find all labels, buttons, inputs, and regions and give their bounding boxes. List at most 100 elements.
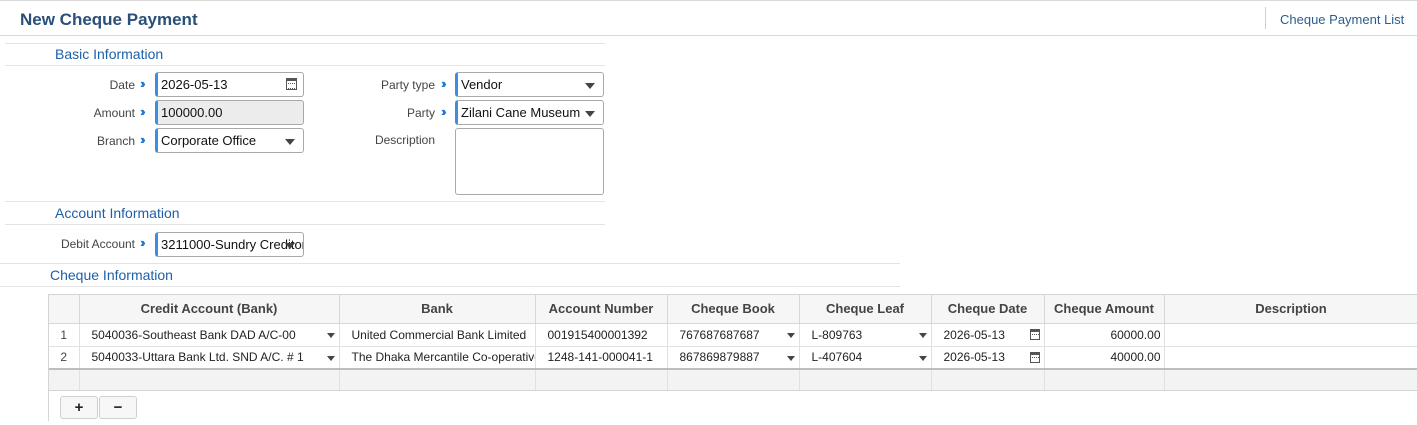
chevron-down-icon (585, 111, 595, 117)
basic-information-title: Basic Information (55, 46, 164, 62)
account-number-cell[interactable]: 1248-141-000041-1 (535, 346, 668, 370)
branch-value: Corporate Office (161, 133, 257, 148)
required-icon: ›› (441, 104, 446, 119)
cheque-amount-cell[interactable]: 40000.00 (1044, 346, 1165, 370)
account-number-cell[interactable]: 001915400001392 (535, 323, 668, 347)
cheque-book-cell[interactable]: 867869879887 (667, 346, 800, 370)
chevron-down-icon (285, 243, 295, 249)
cell-value: 2026-05-13 (943, 350, 1005, 365)
cheque-table: Credit Account (Bank) Bank Account Numbe… (49, 295, 1417, 392)
amount-label: Amount (93, 106, 135, 120)
bank-cell[interactable]: The Dhaka Mercantile Co-operative (339, 346, 536, 370)
summary-cell (799, 368, 932, 392)
column-header[interactable]: Cheque Date (931, 295, 1045, 324)
calendar-icon[interactable] (286, 78, 297, 90)
chevron-down-icon (285, 139, 295, 145)
top-bar: New Cheque Payment Cheque Payment List (0, 0, 1417, 36)
cheque-information-title: Cheque Information (50, 267, 173, 283)
party-select[interactable]: Zilani Cane Museum (455, 100, 604, 125)
table-row[interactable]: 1 5040036-Southeast Bank DAD A/C-00 Unit… (49, 323, 1417, 347)
top-divider (1265, 7, 1266, 29)
column-header[interactable]: Cheque Book (667, 295, 800, 324)
section-divider (5, 224, 605, 225)
cell-value: 5040036-Southeast Bank DAD A/C-00 (91, 327, 296, 342)
summary-cell (339, 368, 536, 392)
bank-cell[interactable]: United Commercial Bank Limited (339, 323, 536, 347)
cheque-date-cell[interactable]: 2026-05-13 (931, 346, 1045, 370)
column-header[interactable]: Cheque Amount (1044, 295, 1165, 324)
cell-value: The Dhaka Mercantile Co-operative (351, 350, 535, 365)
cell-value: United Commercial Bank Limited (351, 327, 527, 342)
cell-value: 867869879887 (679, 350, 760, 365)
cheque-payment-list-link[interactable]: Cheque Payment List (1280, 12, 1404, 27)
cell-value: 60000.00 (1110, 327, 1161, 342)
chevron-down-icon (786, 332, 795, 338)
cell-value: 40000.00 (1110, 350, 1161, 365)
chevron-down-icon (918, 355, 927, 361)
chevron-down-icon (786, 355, 795, 361)
summary-cell (1164, 368, 1417, 392)
chevron-down-icon (585, 83, 595, 89)
date-value: 2026-05-13 (161, 77, 228, 92)
summary-cell (1044, 368, 1165, 392)
party-type-select[interactable]: Vendor (455, 72, 604, 97)
summary-cell (667, 368, 800, 392)
summary-cell (535, 368, 668, 392)
party-label: Party (406, 106, 435, 120)
section-divider (0, 286, 900, 287)
chevron-down-icon (918, 332, 927, 338)
remove-row-button[interactable]: − (99, 396, 137, 419)
debit-account-select[interactable]: 3211000-Sundry Creditors (155, 232, 304, 257)
page-title: New Cheque Payment (20, 10, 198, 29)
cheque-amount-cell[interactable]: 60000.00 (1044, 323, 1165, 347)
row-number-header (49, 295, 80, 324)
column-header[interactable]: Description (1164, 295, 1417, 324)
party-type-value: Vendor (461, 77, 503, 92)
add-row-button[interactable]: + (60, 396, 98, 419)
cell-value: L-809763 (811, 327, 863, 342)
calendar-icon[interactable] (1029, 328, 1040, 340)
cheque-date-cell[interactable]: 2026-05-13 (931, 323, 1045, 347)
cheque-leaf-cell[interactable]: L-809763 (799, 323, 932, 347)
table-row[interactable]: 2 5040033-Uttara Bank Ltd. SND A/C. # 1 … (49, 346, 1417, 370)
row-number: 2 (49, 346, 80, 370)
cell-value: 5040033-Uttara Bank Ltd. SND A/C. # 1 (91, 350, 304, 365)
description-label: Description (374, 133, 435, 147)
account-information-title: Account Information (55, 205, 180, 221)
amount-value: 100000.00 (161, 105, 223, 120)
cell-value: 2026-05-13 (943, 327, 1005, 342)
row-number: 1 (49, 323, 80, 347)
cell-value: 1248-141-000041-1 (547, 350, 653, 365)
summary-cell (79, 368, 340, 392)
required-icon: ›› (140, 76, 145, 91)
debit-account-value: 3211000-Sundry Creditors (161, 237, 304, 252)
branch-label: Branch (96, 134, 135, 148)
description-cell[interactable] (1164, 346, 1417, 370)
cell-value: L-407604 (811, 350, 863, 365)
column-header[interactable]: Cheque Leaf (799, 295, 932, 324)
required-icon: ›› (140, 235, 145, 250)
column-header[interactable]: Account Number (535, 295, 668, 324)
grid-toolbar: + − (49, 390, 1417, 422)
amount-field[interactable]: 100000.00 (155, 100, 304, 125)
cheque-grid: Credit Account (Bank) Bank Account Numbe… (48, 294, 1417, 422)
column-header[interactable]: Credit Account (Bank) (79, 295, 340, 324)
chevron-down-icon (326, 355, 335, 361)
credit-account-cell[interactable]: 5040036-Southeast Bank DAD A/C-00 (79, 323, 340, 347)
description-textarea[interactable] (455, 128, 604, 195)
description-cell[interactable] (1164, 323, 1417, 347)
calendar-icon[interactable] (1029, 351, 1040, 363)
cell-value: 001915400001392 (547, 327, 648, 342)
debit-account-label: Debit Account (60, 237, 135, 251)
column-header[interactable]: Bank (339, 295, 536, 324)
branch-select[interactable]: Corporate Office (155, 128, 304, 153)
credit-account-cell[interactable]: 5040033-Uttara Bank Ltd. SND A/C. # 1 (79, 346, 340, 370)
party-value: Zilani Cane Museum (461, 105, 581, 120)
cell-value: 767687687687 (679, 327, 760, 342)
required-icon: ›› (441, 76, 446, 91)
cheque-leaf-cell[interactable]: L-407604 (799, 346, 932, 370)
cheque-book-cell[interactable]: 767687687687 (667, 323, 800, 347)
table-header-row: Credit Account (Bank) Bank Account Numbe… (49, 295, 1417, 324)
section-divider (5, 201, 605, 202)
date-field[interactable]: 2026-05-13 (155, 72, 304, 97)
